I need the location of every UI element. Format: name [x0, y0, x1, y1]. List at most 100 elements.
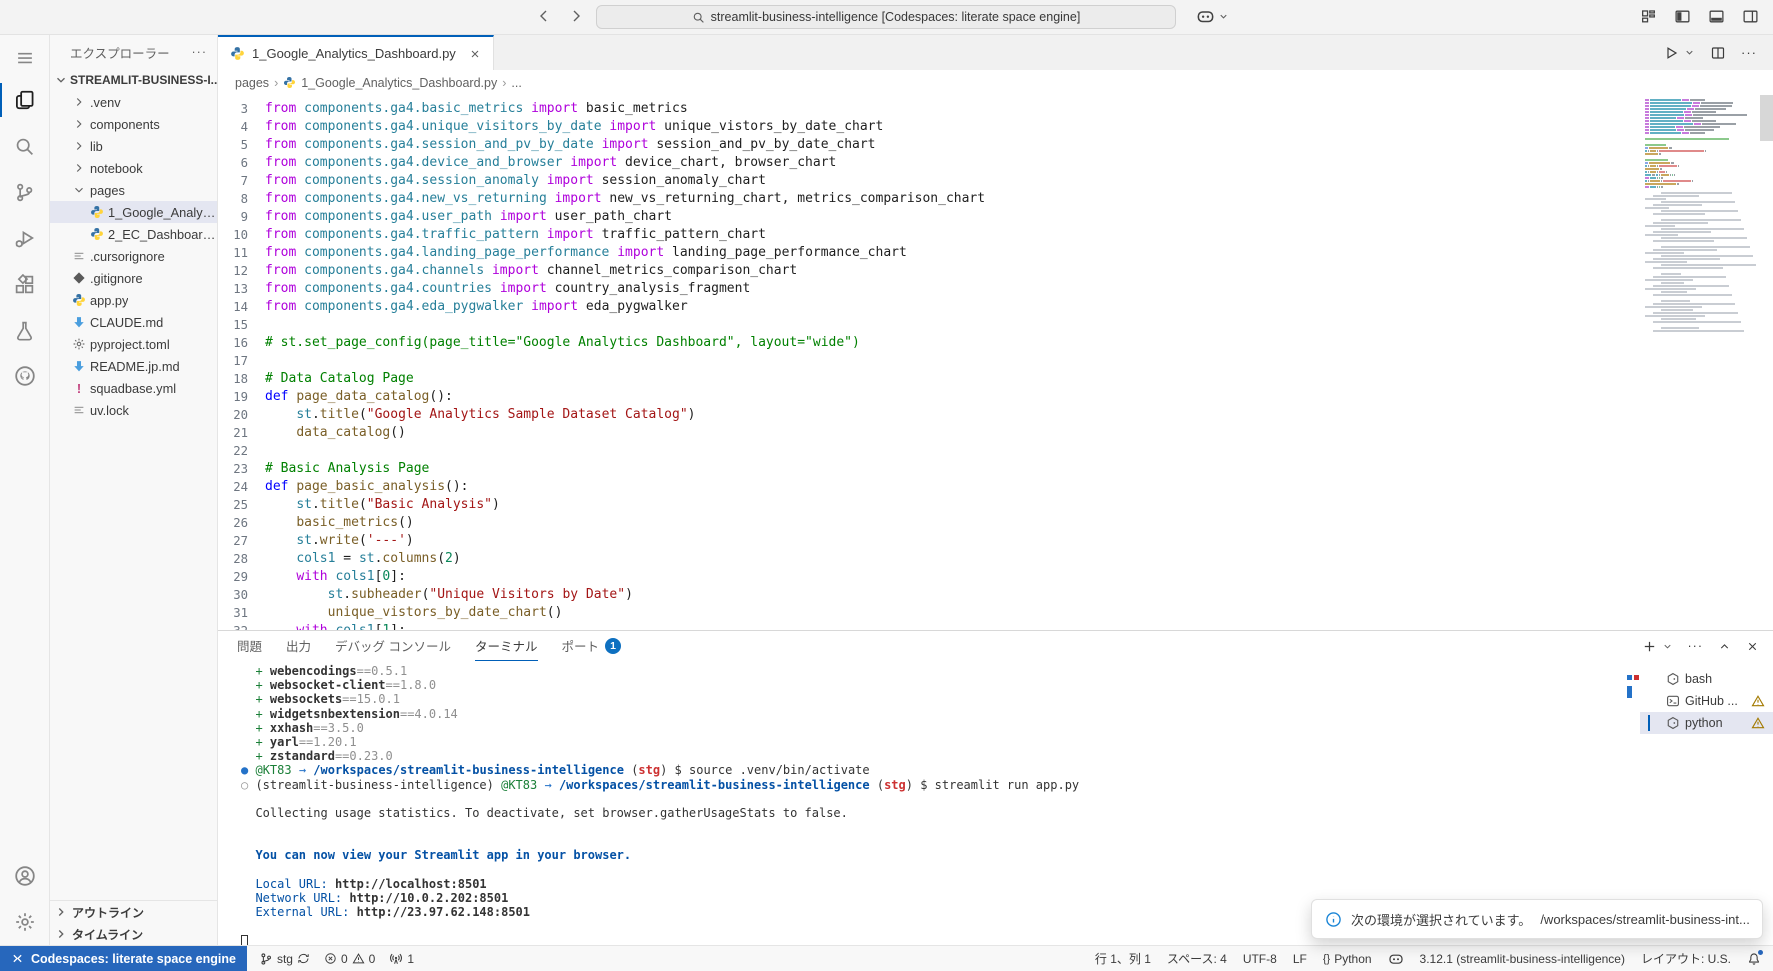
panel-tab-ターミナル[interactable]: ターミナル: [475, 631, 538, 661]
encoding[interactable]: UTF-8: [1243, 952, 1277, 966]
tree-item-squadbase-yml[interactable]: !squadbase.yml: [50, 377, 217, 399]
tree-item-pages[interactable]: pages: [50, 179, 217, 201]
code-line[interactable]: 7from components.ga4.session_anomaly imp…: [218, 172, 1773, 190]
tree-item-uv-lock[interactable]: uv.lock: [50, 399, 217, 421]
ports-indicator[interactable]: 1: [389, 952, 414, 966]
copilot-menu[interactable]: [1196, 7, 1229, 26]
customize-layout-icon[interactable]: [1640, 8, 1657, 25]
activitybar-test-beaker-icon[interactable]: [0, 307, 50, 353]
terminal-instance-bash[interactable]: bash: [1640, 668, 1773, 690]
language-mode[interactable]: {} Python: [1323, 952, 1372, 966]
activitybar-search-icon[interactable]: [0, 123, 50, 169]
activitybar-source-control-icon[interactable]: [0, 169, 50, 215]
close-panel-icon[interactable]: [1746, 640, 1759, 653]
code-line[interactable]: 26 basic_metrics(): [218, 514, 1773, 532]
activitybar-account-icon[interactable]: [0, 853, 50, 899]
tab-google-analytics-dashboard[interactable]: 1_Google_Analytics_Dashboard.py: [218, 35, 494, 70]
code-editor[interactable]: 3from components.ga4.basic_metrics impor…: [218, 95, 1773, 630]
explorer-more-actions[interactable]: ···: [192, 45, 208, 59]
code-line[interactable]: 27 st.write('---'): [218, 532, 1773, 550]
breadcrumb-symbol[interactable]: ...: [511, 76, 521, 90]
breadcrumb-file[interactable]: 1_Google_Analytics_Dashboard.py: [301, 76, 497, 90]
notifications-bell[interactable]: [1747, 952, 1761, 966]
activitybar-settings-gear-icon[interactable]: [0, 899, 50, 945]
tree-item-claude-md[interactable]: CLAUDE.md: [50, 311, 217, 333]
code-line[interactable]: 15: [218, 316, 1773, 334]
workspace-root-folder[interactable]: STREAMLIT-BUSINESS-I...: [50, 69, 217, 91]
indentation[interactable]: スペース: 4: [1167, 950, 1227, 967]
tree-item-lib[interactable]: lib: [50, 135, 217, 157]
code-line[interactable]: 5from components.ga4.session_and_pv_by_d…: [218, 136, 1773, 154]
timeline-section[interactable]: タイムライン: [50, 923, 217, 945]
new-terminal-icon[interactable]: [1642, 639, 1657, 654]
code-line[interactable]: 22: [218, 442, 1773, 460]
maximize-panel-icon[interactable]: [1718, 640, 1731, 653]
code-line[interactable]: 31 unique_vistors_by_date_chart(): [218, 604, 1773, 622]
code-line[interactable]: 4from components.ga4.unique_visitors_by_…: [218, 118, 1773, 136]
nav-forward-icon[interactable]: [568, 8, 584, 24]
close-icon[interactable]: [469, 48, 481, 60]
copilot-status[interactable]: [1388, 951, 1404, 967]
minimap[interactable]: [1645, 99, 1757, 333]
panel-tab-ポート[interactable]: ポート1: [562, 631, 622, 661]
code-line[interactable]: 24def page_basic_analysis():: [218, 478, 1773, 496]
split-editor-icon[interactable]: [1710, 45, 1726, 61]
tree-item--venv[interactable]: .venv: [50, 91, 217, 113]
activitybar-run-debug-icon[interactable]: [0, 215, 50, 261]
terminal-instance-python[interactable]: python: [1640, 712, 1773, 734]
code-line[interactable]: 21 data_catalog(): [218, 424, 1773, 442]
outline-section[interactable]: アウトライン: [50, 901, 217, 923]
tree-item-components[interactable]: components: [50, 113, 217, 135]
more-actions-icon[interactable]: ···: [1741, 45, 1757, 60]
toggle-sidebar-icon[interactable]: [1674, 8, 1691, 25]
code-line[interactable]: 13from components.ga4.countries import c…: [218, 280, 1773, 298]
code-line[interactable]: 12from components.ga4.channels import ch…: [218, 262, 1773, 280]
problems-indicator[interactable]: 0 0: [324, 952, 375, 966]
toggle-panel-icon[interactable]: [1708, 8, 1725, 25]
tree-item-2-ec-dashboard-py[interactable]: 2_EC_Dashboard.py: [50, 223, 217, 245]
editor-scrollbar[interactable]: [1760, 95, 1773, 141]
code-line[interactable]: 18# Data Catalog Page: [218, 370, 1773, 388]
tree-item-app-py[interactable]: app.py: [50, 289, 217, 311]
code-line[interactable]: 10from components.ga4.traffic_pattern im…: [218, 226, 1773, 244]
code-line[interactable]: 16# st.set_page_config(page_title="Googl…: [218, 334, 1773, 352]
activitybar-github-icon[interactable]: [0, 353, 50, 399]
code-line[interactable]: 30 st.subheader("Unique Visitors by Date…: [218, 586, 1773, 604]
chevron-down-icon[interactable]: [1684, 47, 1695, 58]
panel-tab-出力[interactable]: 出力: [286, 631, 311, 661]
tree-item-notebook[interactable]: notebook: [50, 157, 217, 179]
code-line[interactable]: 14from components.ga4.eda_pygwalker impo…: [218, 298, 1773, 316]
activitybar-menu-icon[interactable]: [0, 39, 50, 77]
breadcrumb-pages[interactable]: pages: [235, 76, 269, 90]
tree-item--cursorignore[interactable]: .cursorignore: [50, 245, 217, 267]
more-actions-icon[interactable]: ···: [1688, 639, 1704, 653]
tree-item-pyproject-toml[interactable]: pyproject.toml: [50, 333, 217, 355]
code-line[interactable]: 3from components.ga4.basic_metrics impor…: [218, 100, 1773, 118]
remote-indicator[interactable]: Codespaces: literate space engine: [0, 946, 247, 971]
chevron-down-icon[interactable]: [1662, 641, 1673, 652]
run-python-file-icon[interactable]: [1663, 45, 1679, 61]
code-line[interactable]: 6from components.ga4.device_and_browser …: [218, 154, 1773, 172]
branch-indicator[interactable]: stg: [259, 952, 310, 966]
nav-back-icon[interactable]: [536, 8, 552, 24]
code-line[interactable]: 28 cols1 = st.columns(2): [218, 550, 1773, 568]
keyboard-layout[interactable]: レイアウト: U.S.: [1641, 950, 1731, 967]
code-line[interactable]: 17: [218, 352, 1773, 370]
code-line[interactable]: 32 with cols1[1]:: [218, 622, 1773, 630]
tree-item-1-google-analytic-[interactable]: 1_Google_Analytic...: [50, 201, 217, 223]
command-center-search[interactable]: streamlit-business-intelligence [Codespa…: [596, 5, 1176, 29]
code-line[interactable]: 8from components.ga4.new_vs_returning im…: [218, 190, 1773, 208]
activitybar-explorer-icon[interactable]: [0, 77, 50, 123]
eol[interactable]: LF: [1293, 952, 1307, 966]
cursor-position[interactable]: 行 1、列 1: [1095, 950, 1151, 967]
code-line[interactable]: 29 with cols1[0]:: [218, 568, 1773, 586]
tree-item--gitignore[interactable]: .gitignore: [50, 267, 217, 289]
code-line[interactable]: 11from components.ga4.landing_page_perfo…: [218, 244, 1773, 262]
panel-tab-デバッグ コンソール[interactable]: デバッグ コンソール: [335, 631, 451, 661]
activitybar-extensions-icon[interactable]: [0, 261, 50, 307]
tree-item-readme-jp-md[interactable]: README.jp.md: [50, 355, 217, 377]
panel-tab-問題[interactable]: 問題: [237, 631, 262, 661]
toggle-secondary-sidebar-icon[interactable]: [1742, 8, 1759, 25]
code-line[interactable]: 20 st.title("Google Analytics Sample Dat…: [218, 406, 1773, 424]
notification-toast[interactable]: 次の環境が選択されています。 /workspaces/streamlit-bus…: [1311, 899, 1763, 939]
